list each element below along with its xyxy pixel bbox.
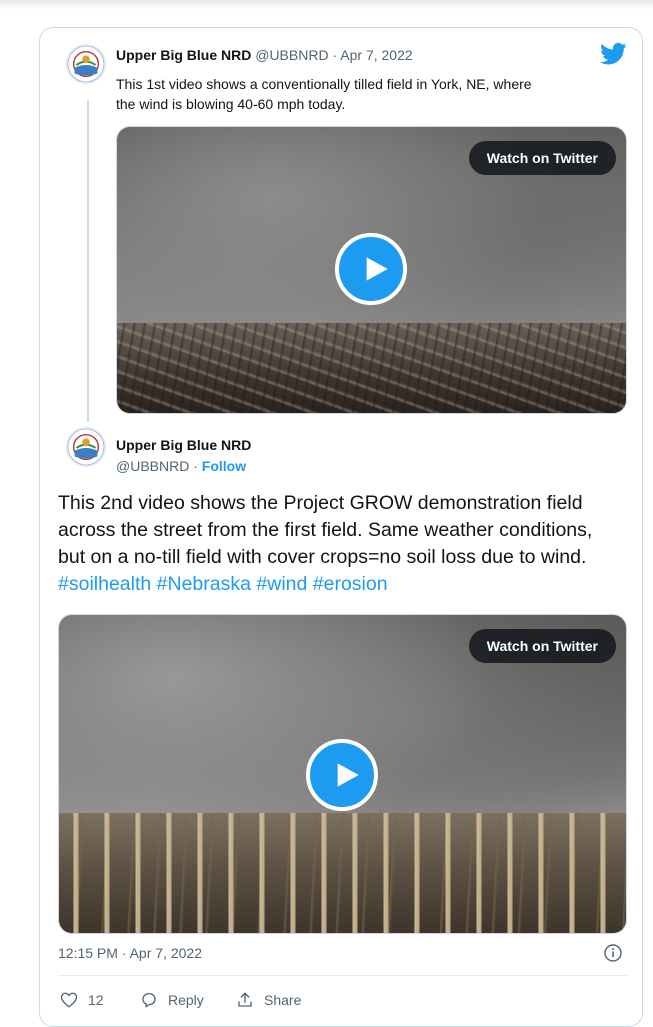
twitter-bird-icon[interactable]: [600, 42, 627, 66]
reply-icon: [142, 992, 156, 1008]
thread-connector: [87, 100, 89, 422]
avatar[interactable]: [66, 427, 106, 467]
separator: ·: [193, 458, 198, 474]
tweet2-author-name-row: Upper Big Blue NRD: [116, 436, 251, 454]
hashtag-link[interactable]: #Nebraska: [157, 573, 251, 595]
author-name[interactable]: Upper Big Blue NRD: [116, 437, 251, 453]
watch-on-twitter-button[interactable]: Watch on Twitter: [468, 141, 616, 175]
tweet1-text: This 1st video shows a conventionally ti…: [116, 74, 616, 114]
share-label: Share: [264, 992, 302, 1008]
video-player-1[interactable]: Watch on Twitter: [116, 126, 627, 414]
video-thumbnail-field: [59, 813, 626, 933]
ubbnrd-logo: [67, 45, 105, 83]
tweet1-text-line2: the wind is blowing 40-60 mph today.: [116, 96, 346, 112]
hashtag-link[interactable]: #wind: [256, 573, 307, 595]
watch-on-twitter-button[interactable]: Watch on Twitter: [468, 629, 616, 663]
play-icon: [337, 763, 359, 787]
video-player-2[interactable]: Watch on Twitter: [58, 614, 627, 934]
author-name[interactable]: Upper Big Blue NRD: [116, 47, 251, 63]
divider: [58, 975, 627, 976]
hashtag-link[interactable]: #soilhealth: [58, 573, 151, 595]
play-button[interactable]: [306, 739, 378, 811]
play-button[interactable]: [335, 233, 407, 305]
tweet2-text: This 2nd video shows the Project GROW de…: [58, 490, 618, 598]
avatar[interactable]: [66, 44, 106, 84]
share-button[interactable]: Share: [236, 990, 301, 1010]
like-button[interactable]: 12: [60, 990, 104, 1010]
reply-button[interactable]: Reply: [140, 990, 204, 1010]
separator: ·: [332, 47, 338, 63]
tweet-date[interactable]: Apr 7, 2022: [340, 47, 412, 63]
author-handle[interactable]: @UBBNRD: [116, 458, 189, 474]
tweet-timestamp[interactable]: 12:15 PM · Apr 7, 2022: [58, 945, 202, 961]
heart-icon: [60, 992, 78, 1008]
tweet2-handle-row: @UBBNRD · Follow: [116, 457, 246, 475]
reply-label: Reply: [168, 992, 204, 1008]
share-icon: [238, 992, 252, 1007]
hashtag-link[interactable]: #erosion: [313, 573, 388, 595]
tweet1-header: Upper Big Blue NRD @UBBNRD · Apr 7, 2022: [116, 46, 413, 64]
tweet2-body: This 2nd video shows the Project GROW de…: [58, 492, 593, 568]
video-thumbnail-field: [117, 323, 626, 413]
like-count: 12: [88, 992, 104, 1008]
play-icon: [366, 257, 388, 281]
tweet1-text-line1: This 1st video shows a conventionally ti…: [116, 76, 532, 92]
author-handle[interactable]: @UBBNRD: [255, 47, 328, 63]
info-icon[interactable]: [604, 944, 622, 962]
follow-link[interactable]: Follow: [202, 458, 246, 474]
ubbnrd-logo: [67, 428, 105, 466]
top-shadow-bar: [0, 0, 653, 10]
